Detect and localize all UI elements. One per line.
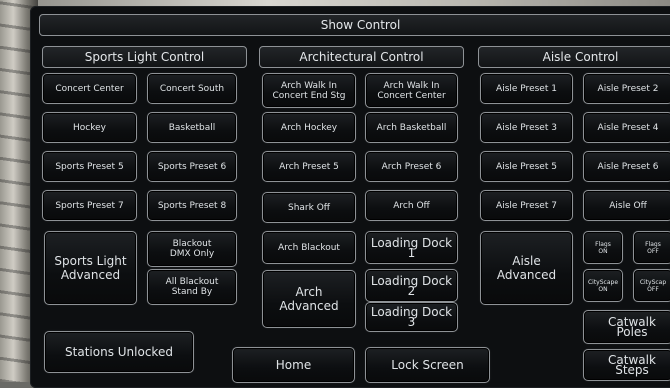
aisle-preset-3-button[interactable]: Aisle Preset 3 xyxy=(480,112,573,143)
stations-unlocked-button[interactable]: Stations Unlocked xyxy=(44,331,194,373)
arch-blackout-button[interactable]: Arch Blackout xyxy=(262,231,356,264)
sports-preset-5-button[interactable]: Sports Preset 5 xyxy=(42,151,137,182)
hockey-button[interactable]: Hockey xyxy=(42,112,137,143)
architectural-control-header: Architectural Control xyxy=(259,46,464,68)
arch-advanced-button[interactable]: Arch Advanced xyxy=(262,270,356,328)
sports-preset-8-button[interactable]: Sports Preset 8 xyxy=(147,190,237,221)
cityscape-off-button[interactable]: CityScap OFF xyxy=(633,269,670,302)
arch-preset-6-button[interactable]: Arch Preset 6 xyxy=(365,151,458,182)
blackout-dmx-only-button[interactable]: Blackout DMX Only xyxy=(147,231,237,267)
sports-preset-6-button[interactable]: Sports Preset 6 xyxy=(147,151,237,182)
loading-dock-3-button[interactable]: Loading Dock 3 xyxy=(365,302,458,332)
loading-dock-2-button[interactable]: Loading Dock 2 xyxy=(365,269,458,302)
aisle-preset-6-button[interactable]: Aisle Preset 6 xyxy=(583,151,670,182)
aisle-preset-4-button[interactable]: Aisle Preset 4 xyxy=(583,112,670,143)
shark-off-button[interactable]: Shark Off xyxy=(262,192,356,223)
sports-light-control-header: Sports Light Control xyxy=(42,46,247,68)
loading-dock-1-button[interactable]: Loading Dock 1 xyxy=(365,231,458,264)
aisle-preset-7-button[interactable]: Aisle Preset 7 xyxy=(480,190,573,221)
lock-screen-button[interactable]: Lock Screen xyxy=(365,347,490,383)
aisle-preset-1-button[interactable]: Aisle Preset 1 xyxy=(480,73,573,104)
flags-off-button[interactable]: Flags OFF xyxy=(633,231,670,264)
arch-hockey-button[interactable]: Arch Hockey xyxy=(262,112,356,143)
concert-south-button[interactable]: Concert South xyxy=(147,73,237,104)
page-title: Show Control xyxy=(39,14,670,36)
arch-walk-in-concert-center-button[interactable]: Arch Walk In Concert Center xyxy=(365,73,458,108)
aisle-control-header: Aisle Control xyxy=(478,46,670,68)
aisle-preset-2-button[interactable]: Aisle Preset 2 xyxy=(583,73,670,104)
catwalk-poles-button[interactable]: Catwalk Poles xyxy=(583,310,670,344)
arch-off-button[interactable]: Arch Off xyxy=(365,190,458,221)
arch-walk-in-concert-end-stage-button[interactable]: Arch Walk In Concert End Stg xyxy=(262,73,356,108)
aisle-advanced-button[interactable]: Aisle Advanced xyxy=(480,231,573,305)
cityscape-on-button[interactable]: CityScape ON xyxy=(583,269,623,302)
all-blackout-standby-button[interactable]: All Blackout Stand By xyxy=(147,269,237,305)
touch-panel-screen: Show Control Sports Light Control Archit… xyxy=(30,6,670,388)
aisle-off-button[interactable]: Aisle Off xyxy=(583,190,670,221)
basketball-button[interactable]: Basketball xyxy=(147,112,237,143)
home-button[interactable]: Home xyxy=(232,347,355,383)
aisle-preset-5-button[interactable]: Aisle Preset 5 xyxy=(480,151,573,182)
arch-preset-5-button[interactable]: Arch Preset 5 xyxy=(262,151,356,182)
sports-light-advanced-button[interactable]: Sports Light Advanced xyxy=(44,231,137,305)
catwalk-steps-button[interactable]: Catwalk Steps xyxy=(583,349,670,381)
arch-basketball-button[interactable]: Arch Basketball xyxy=(365,112,458,143)
flags-on-button[interactable]: Flags ON xyxy=(583,231,623,264)
sports-preset-7-button[interactable]: Sports Preset 7 xyxy=(42,190,137,221)
concert-center-button[interactable]: Concert Center xyxy=(42,73,137,104)
